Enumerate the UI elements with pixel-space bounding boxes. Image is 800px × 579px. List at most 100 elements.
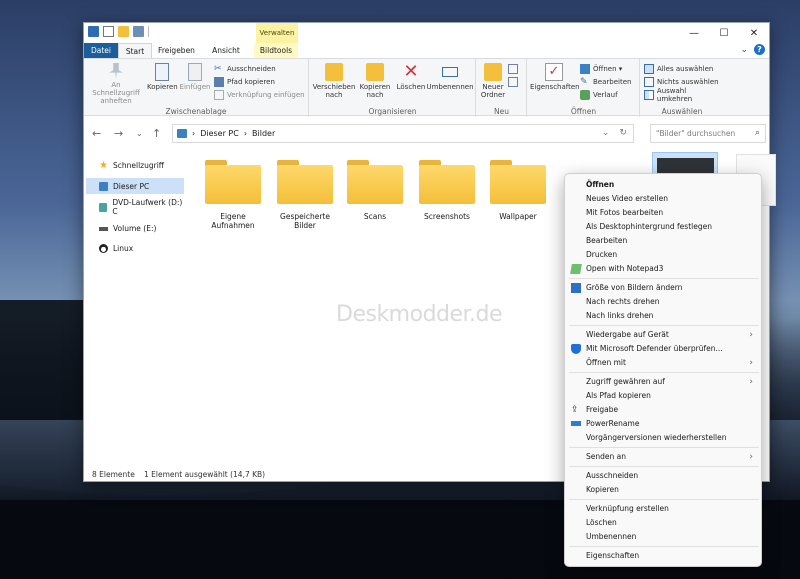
edit-button[interactable]: ✎ Bearbeiten (580, 76, 631, 88)
paste-button[interactable]: Einfügen (179, 63, 211, 91)
menu-item-label: Senden an (586, 452, 626, 461)
folder-item[interactable]: Screenshots (412, 158, 482, 221)
menu-item-edit[interactable]: Bearbeiten (565, 234, 761, 248)
tab-share[interactable]: Freigeben (154, 43, 199, 58)
nav-item-volume-e[interactable]: Volume (E:) (86, 221, 184, 235)
history-label: Verlauf (593, 91, 618, 99)
menu-item-copy[interactable]: Kopieren (565, 483, 761, 497)
cut-button[interactable]: ✂ Ausschneiden (214, 63, 276, 75)
menu-item-cast-to-device[interactable]: Wiedergabe auf Gerät › (565, 328, 761, 342)
nav-item-this-pc[interactable]: Dieser PC (86, 178, 184, 194)
forward-button[interactable]: → (114, 127, 123, 140)
menu-item-resize[interactable]: Größe von Bildern ändern (565, 281, 761, 295)
rename-qat-icon[interactable] (133, 26, 144, 37)
minimize-button[interactable]: — (679, 23, 709, 43)
nav-item-quick-access[interactable]: ★ Schnellzugriff (86, 158, 184, 172)
copy-button[interactable]: Kopieren (147, 63, 178, 91)
menu-item-rename[interactable]: Umbenennen (565, 530, 761, 544)
watermark: Deskmodder.de (336, 302, 503, 327)
paste-shortcut-button[interactable]: Verknüpfung einfügen (214, 89, 305, 101)
history-icon (580, 90, 590, 100)
menu-item-give-access[interactable]: Zugriff gewähren auf › (565, 375, 761, 389)
clipboard-icon (188, 63, 202, 81)
menu-item-open-with[interactable]: Öffnen mit › (565, 356, 761, 370)
new-group-label: Neu (494, 107, 509, 116)
up-button[interactable]: ↑ (152, 127, 161, 140)
back-button[interactable]: ← (92, 127, 101, 140)
address-bar[interactable]: › Dieser PC › Bilder ⌄ ↻ (172, 124, 634, 143)
tab-file[interactable]: Datei (84, 43, 118, 58)
search-input[interactable]: "Bilder" durchsuchen ⌕ (650, 124, 766, 143)
invert-selection-button[interactable]: Auswahl umkehren (644, 87, 723, 103)
nav-item-linux[interactable]: Linux (86, 241, 184, 255)
nav-item-dvd-drive[interactable]: DVD-Laufwerk (D:) C (86, 198, 184, 216)
folder-icon (277, 160, 333, 204)
menu-item-cut[interactable]: Ausschneiden (565, 469, 761, 483)
folder-item[interactable]: Gespeicherte Bilder (270, 158, 340, 230)
menu-separator (569, 499, 759, 500)
title-bar: Verwalten — ☐ ✕ (84, 23, 769, 43)
selection-info: 1 Element ausgewählt (14,7 KB) (144, 470, 266, 479)
copy-to-button[interactable]: Kopieren nach (356, 63, 394, 99)
menu-item-create-shortcut[interactable]: Verknüpfung erstellen (565, 502, 761, 516)
address-dropdown-button[interactable]: ⌄ (602, 128, 610, 138)
move-to-button[interactable]: Verschieben nach (312, 63, 356, 99)
menu-item-properties[interactable]: Eigenschaften (565, 549, 761, 563)
breadcrumb-this-pc[interactable]: Dieser PC (200, 129, 239, 138)
select-all-button[interactable]: Alles auswählen (644, 63, 713, 75)
menu-item-restore-previous[interactable]: Vorgängerversionen wiederherstellen (565, 431, 761, 445)
menu-item-edit-photos[interactable]: Mit Fotos bearbeiten (565, 206, 761, 220)
recent-locations-button[interactable]: ⌄ (136, 129, 143, 138)
menu-item-share[interactable]: ⇪ Freigabe (565, 403, 761, 417)
easy-access-button[interactable] (508, 76, 518, 88)
new-folder-qat-icon[interactable] (118, 26, 129, 37)
rename-button[interactable]: Umbenennen (426, 63, 474, 91)
drive-icon (99, 227, 108, 231)
delete-button[interactable]: ✕ Löschen (396, 63, 426, 92)
new-item-icon (508, 64, 518, 74)
menu-item-send-to[interactable]: Senden an › (565, 450, 761, 464)
help-button[interactable]: ? (754, 44, 765, 55)
new-folder-button[interactable]: Neuer Ordner (479, 63, 507, 99)
address-bar-actions: ⌄ ↻ (602, 128, 627, 138)
pin-quick-access-button[interactable]: An Schnellzugriff anheften (87, 63, 145, 105)
pc-icon (99, 181, 108, 191)
folder-label: Scans (363, 212, 387, 221)
copy-path-button[interactable]: Pfad kopieren (214, 76, 275, 88)
breadcrumb-pictures[interactable]: Bilder (252, 129, 275, 138)
maximize-button[interactable]: ☐ (709, 23, 739, 43)
tab-image-tools[interactable]: Bildtools (254, 43, 298, 58)
menu-item-print[interactable]: Drucken (565, 248, 761, 262)
open-icon (580, 64, 590, 74)
folder-item[interactable]: Eigene Aufnahmen (198, 158, 268, 230)
paste-label: Einfügen (179, 83, 211, 91)
copy-icon (155, 63, 169, 81)
properties-icon[interactable] (103, 26, 114, 37)
properties-button[interactable]: ✓ Eigenschaften (530, 63, 580, 91)
menu-item-powerrename[interactable]: PowerRename (565, 417, 761, 431)
tab-view[interactable]: Ansicht (204, 43, 248, 58)
menu-item-rotate-left[interactable]: Nach links drehen (565, 309, 761, 323)
menu-item-label: PowerRename (586, 419, 640, 428)
organize-group: Verschieben nach Kopieren nach ✕ Löschen… (310, 59, 476, 117)
menu-item-copy-as-path[interactable]: Als Pfad kopieren (565, 389, 761, 403)
open-button[interactable]: Öffnen ▾ (580, 63, 622, 75)
chevron-right-icon: › (749, 330, 753, 340)
folder-item[interactable]: Scans (340, 158, 410, 221)
menu-item-rotate-right[interactable]: Nach rechts drehen (565, 295, 761, 309)
rename-icon (442, 67, 458, 77)
new-item-button[interactable] (508, 63, 518, 75)
menu-item-defender-scan[interactable]: Mit Microsoft Defender überprüfen... (565, 342, 761, 356)
close-button[interactable]: ✕ (739, 23, 769, 43)
menu-item-notepad3[interactable]: Open with Notepad3 (565, 262, 761, 276)
menu-item-set-wallpaper[interactable]: Als Desktophintergrund festlegen (565, 220, 761, 234)
refresh-button[interactable]: ↻ (619, 128, 627, 138)
history-button[interactable]: Verlauf (580, 89, 618, 101)
collapse-ribbon-button[interactable]: ⌄ (740, 45, 748, 55)
menu-item-new-video[interactable]: Neues Video erstellen (565, 192, 761, 206)
menu-item-open[interactable]: Öffnen (565, 178, 761, 192)
folder-item[interactable]: Wallpaper (483, 158, 553, 221)
menu-item-delete[interactable]: Löschen (565, 516, 761, 530)
tab-start[interactable]: Start (118, 43, 152, 58)
shield-icon (571, 344, 581, 354)
